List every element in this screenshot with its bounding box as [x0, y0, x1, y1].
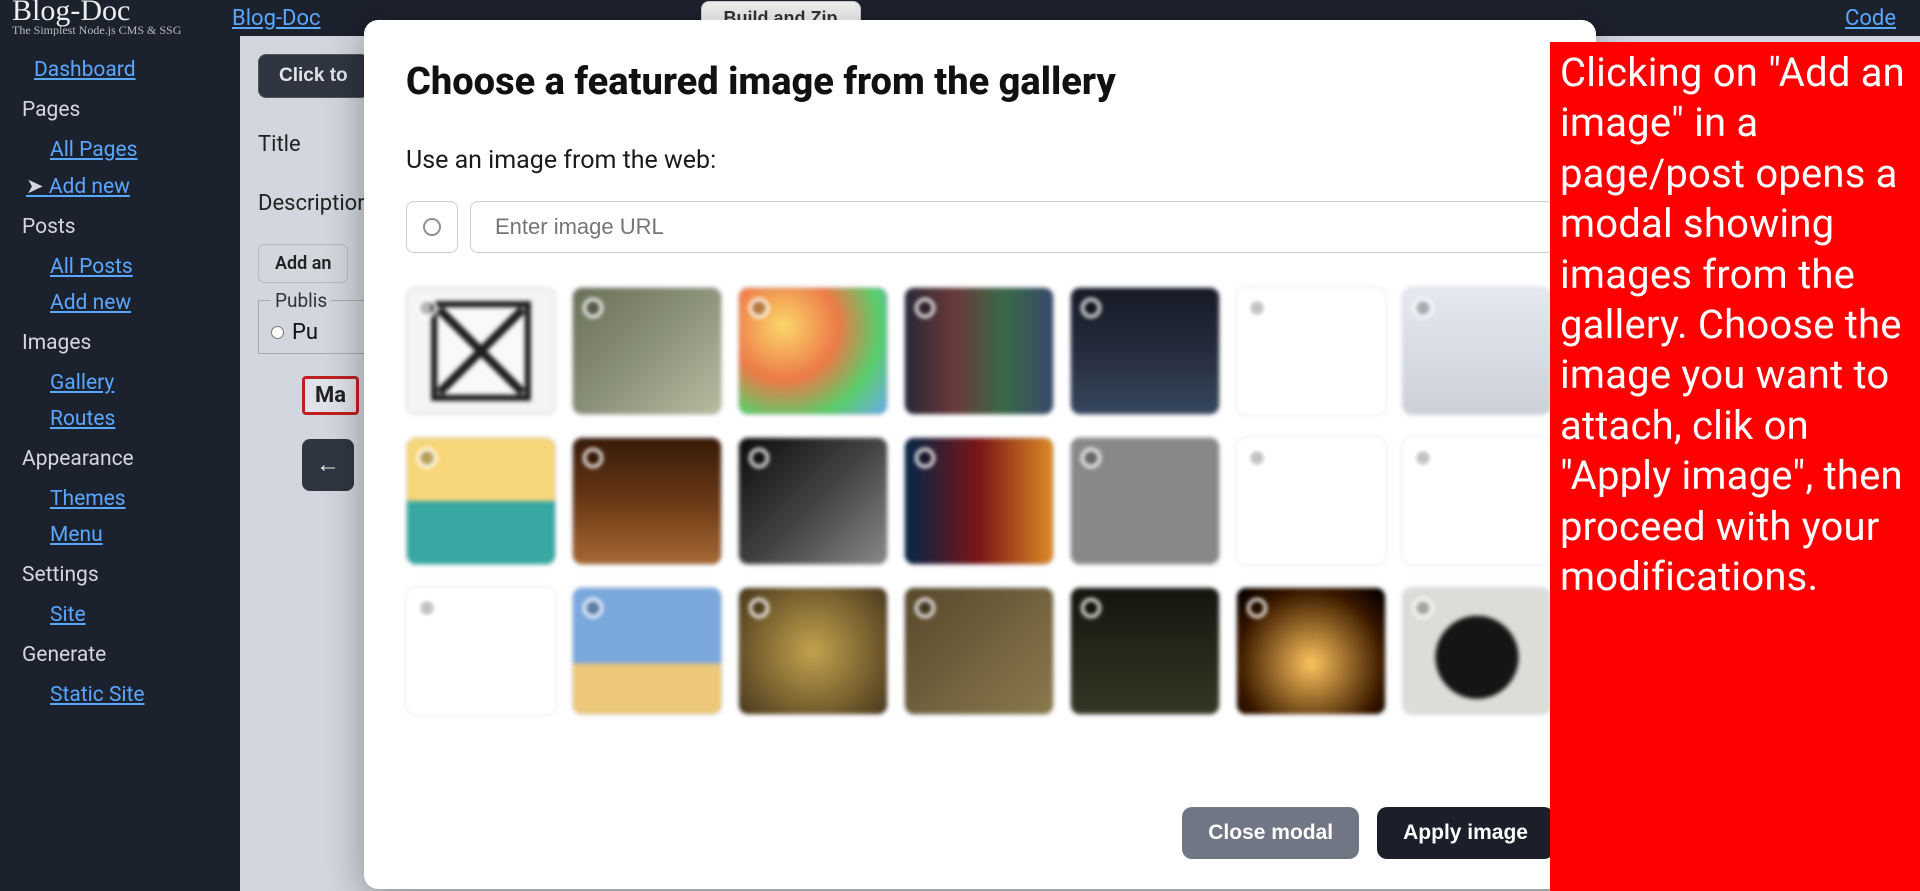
gallery-item[interactable] — [406, 587, 556, 715]
radio-icon — [417, 448, 437, 468]
sidebar-item-menu[interactable]: Menu — [22, 517, 218, 553]
radio-icon — [583, 448, 603, 468]
sidebar-section-images: Images — [22, 321, 218, 365]
use-web-label: Use an image from the web: — [406, 146, 1554, 175]
radio-icon — [583, 598, 603, 618]
url-row — [406, 201, 1554, 253]
modal-footer: Close modal Apply image — [406, 777, 1554, 859]
gallery-item[interactable] — [1236, 287, 1386, 415]
image-url-input[interactable] — [470, 201, 1554, 253]
logo-title: Blog-Doc — [12, 0, 212, 23]
radio-icon — [1081, 598, 1101, 618]
radio-icon — [1413, 298, 1433, 318]
radio-icon — [915, 448, 935, 468]
gallery-item[interactable] — [904, 587, 1054, 715]
publish-option-label: Pu — [292, 320, 318, 345]
back-button[interactable]: ← — [302, 439, 354, 491]
radio-icon — [1081, 298, 1101, 318]
radio-icon — [915, 298, 935, 318]
publish-fieldset: Publis Pu — [258, 289, 378, 354]
publish-legend: Publis — [271, 289, 331, 312]
radio-icon — [1413, 598, 1433, 618]
app-link[interactable]: Blog-Doc — [232, 6, 321, 31]
sidebar-section-settings: Settings — [22, 553, 218, 597]
gallery-item[interactable] — [738, 587, 888, 715]
gallery-item[interactable] — [1070, 437, 1220, 565]
gallery-item[interactable] — [572, 287, 722, 415]
sidebar: Dashboard Pages All Pages Add new Posts … — [0, 36, 240, 891]
sidebar-item-add-new-page[interactable]: Add new — [22, 168, 218, 205]
gallery-item[interactable] — [1402, 587, 1552, 715]
gallery-item[interactable] — [1070, 587, 1220, 715]
gallery-item[interactable] — [738, 287, 888, 415]
radio-icon — [1247, 448, 1267, 468]
gallery-item[interactable] — [406, 287, 556, 415]
radio-icon — [583, 298, 603, 318]
gallery-item[interactable] — [572, 587, 722, 715]
gallery-item[interactable] — [1236, 587, 1386, 715]
sidebar-item-routes[interactable]: Routes — [22, 401, 218, 437]
radio-icon — [749, 448, 769, 468]
sidebar-section-appearance: Appearance — [22, 437, 218, 481]
gallery-item[interactable] — [738, 437, 888, 565]
close-modal-button[interactable]: Close modal — [1182, 807, 1359, 859]
sidebar-item-add-new-post[interactable]: Add new — [22, 285, 218, 321]
radio-icon — [1247, 598, 1267, 618]
sidebar-item-all-posts[interactable]: All Posts — [22, 249, 218, 285]
publish-option[interactable]: Pu — [271, 320, 365, 345]
radio-icon — [749, 298, 769, 318]
add-an-image-button[interactable]: Add an — [258, 244, 348, 283]
modal-title: Choose a featured image from the gallery — [406, 60, 1554, 104]
gallery-item[interactable] — [904, 437, 1054, 565]
sidebar-section-pages: Pages — [22, 88, 218, 132]
sidebar-item-static-site[interactable]: Static Site — [22, 677, 218, 713]
logo: Blog-Doc The Simplest Node.js CMS & SSG — [12, 0, 212, 38]
sidebar-section-generate: Generate — [22, 633, 218, 677]
sidebar-item-all-pages[interactable]: All Pages — [22, 132, 218, 168]
image-gallery-modal: Choose a featured image from the gallery… — [364, 20, 1596, 889]
click-to-button[interactable]: Click to — [258, 54, 369, 98]
gallery-item[interactable] — [1402, 287, 1552, 415]
instruction-callout: Clicking on "Add an image" in a page/pos… — [1550, 42, 1920, 891]
gallery-item[interactable] — [1070, 287, 1220, 415]
back-arrow-icon: ← — [316, 451, 340, 479]
sidebar-item-dashboard[interactable]: Dashboard — [22, 52, 218, 88]
gallery-item[interactable] — [406, 437, 556, 565]
gallery-item[interactable] — [1402, 437, 1552, 565]
publish-radio[interactable] — [271, 326, 284, 339]
radio-icon — [1247, 298, 1267, 318]
gallery-item[interactable] — [904, 287, 1054, 415]
radio-icon — [749, 598, 769, 618]
radio-icon — [1413, 448, 1433, 468]
sidebar-item-gallery[interactable]: Gallery — [22, 365, 218, 401]
radio-icon — [417, 598, 437, 618]
code-link[interactable]: Code — [1845, 6, 1900, 31]
sidebar-item-site[interactable]: Site — [22, 597, 218, 633]
radio-icon — [1081, 448, 1101, 468]
radio-icon — [423, 218, 441, 236]
gallery-item[interactable] — [1236, 437, 1386, 565]
sidebar-item-themes[interactable]: Themes — [22, 481, 218, 517]
url-radio[interactable] — [406, 201, 458, 253]
radio-icon — [417, 298, 437, 318]
radio-icon — [915, 598, 935, 618]
gallery-grid — [406, 287, 1554, 715]
gallery-item[interactable] — [572, 437, 722, 565]
markdown-badge: Ma — [302, 376, 359, 415]
apply-image-button[interactable]: Apply image — [1377, 807, 1554, 859]
sidebar-section-posts: Posts — [22, 205, 218, 249]
